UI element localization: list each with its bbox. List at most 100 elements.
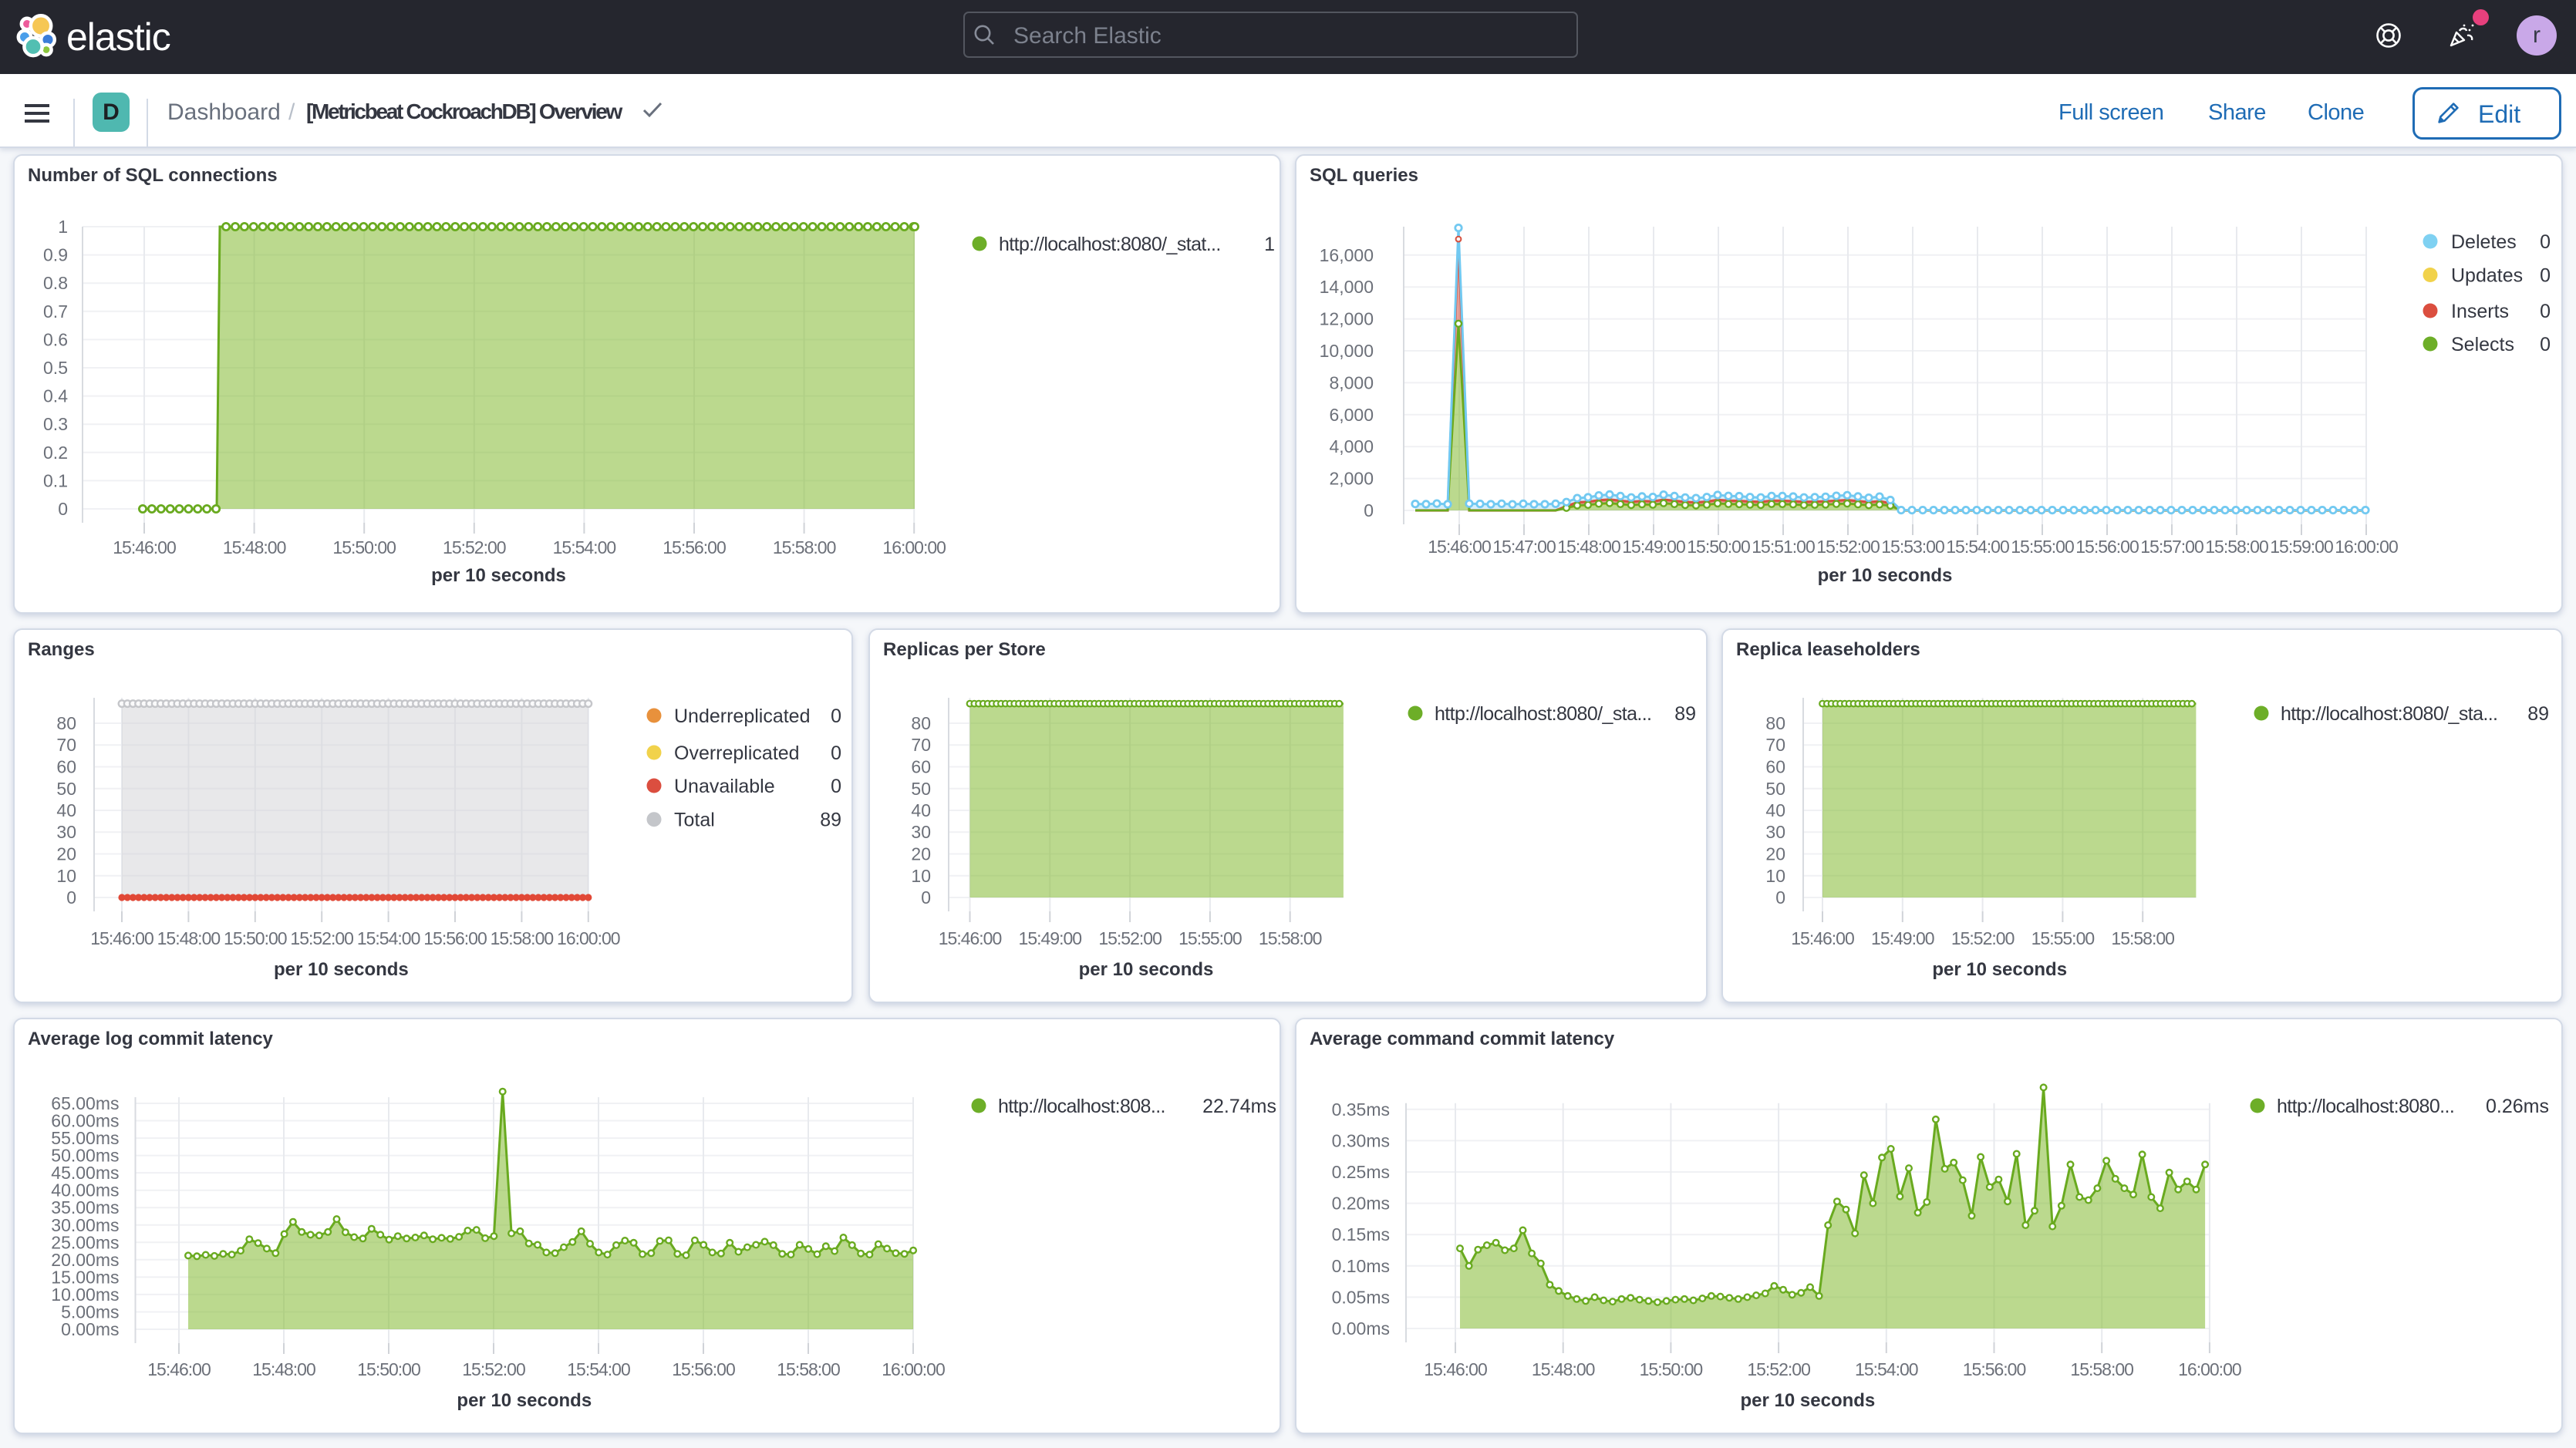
svg-text:per 10 seconds: per 10 seconds — [1741, 1390, 1876, 1411]
svg-text:15:52:00: 15:52:00 — [290, 928, 353, 948]
svg-text:15:46:00: 15:46:00 — [147, 1359, 211, 1379]
svg-text:Average command commit latency: Average command commit latency — [1310, 1029, 1615, 1049]
svg-text:Unavailable: Unavailable — [674, 776, 775, 797]
svg-text:0.7: 0.7 — [43, 301, 68, 322]
svg-text:15:46:00: 15:46:00 — [1424, 1359, 1487, 1379]
svg-text:0.1: 0.1 — [43, 470, 68, 490]
svg-text:15:56:00: 15:56:00 — [672, 1359, 735, 1379]
svg-text:Updates: Updates — [2451, 265, 2523, 287]
svg-text:70: 70 — [911, 735, 931, 755]
svg-text:Total: Total — [674, 810, 715, 831]
svg-text:45.00ms: 45.00ms — [51, 1163, 119, 1183]
svg-text:15:55:00: 15:55:00 — [2011, 537, 2074, 557]
svg-text:89: 89 — [2527, 703, 2549, 725]
svg-text:12,000: 12,000 — [1320, 309, 1374, 329]
svg-text:SQL queries: SQL queries — [1310, 165, 1418, 186]
svg-text:15:46:00: 15:46:00 — [1791, 928, 1854, 948]
svg-text:per 10 seconds: per 10 seconds — [1932, 959, 2067, 980]
svg-text:2,000: 2,000 — [1329, 469, 1374, 489]
svg-text:0.15ms: 0.15ms — [1332, 1224, 1390, 1244]
svg-text:15:56:00: 15:56:00 — [663, 537, 726, 557]
svg-text:89: 89 — [820, 810, 841, 831]
svg-text:30: 30 — [56, 822, 76, 842]
svg-text:40.00ms: 40.00ms — [51, 1180, 119, 1200]
svg-text:15:59:00: 15:59:00 — [2270, 537, 2333, 557]
svg-text:15:52:00: 15:52:00 — [462, 1359, 525, 1379]
svg-text:15:58:00: 15:58:00 — [2070, 1359, 2133, 1379]
svg-text:15:56:00: 15:56:00 — [1963, 1359, 2026, 1379]
svg-text:10: 10 — [56, 866, 76, 886]
svg-text:0.00ms: 0.00ms — [61, 1319, 119, 1339]
svg-text:25.00ms: 25.00ms — [51, 1232, 119, 1252]
svg-text:30: 30 — [1765, 822, 1785, 842]
svg-text:15:49:00: 15:49:00 — [1871, 928, 1934, 948]
svg-text:10,000: 10,000 — [1320, 341, 1374, 361]
svg-text:Average log commit latency: Average log commit latency — [28, 1029, 274, 1049]
svg-text:15:53:00: 15:53:00 — [1881, 537, 1944, 557]
svg-text:15:48:00: 15:48:00 — [157, 928, 221, 948]
svg-text:15:51:00: 15:51:00 — [1752, 537, 1815, 557]
svg-text:0: 0 — [831, 776, 841, 797]
svg-text:70: 70 — [1765, 735, 1785, 755]
svg-text:15:52:00: 15:52:00 — [1951, 928, 2015, 948]
svg-text:Underreplicated: Underreplicated — [674, 705, 811, 727]
svg-text:per 10 seconds: per 10 seconds — [1079, 959, 1214, 980]
svg-text:0.9: 0.9 — [43, 245, 68, 265]
svg-text:20: 20 — [911, 844, 931, 864]
svg-text:Deletes: Deletes — [2451, 231, 2517, 253]
svg-text:6,000: 6,000 — [1329, 405, 1374, 425]
svg-text:http://localhost:8080/_stat...: http://localhost:8080/_stat... — [999, 234, 1221, 255]
svg-text:0.10ms: 0.10ms — [1332, 1256, 1390, 1276]
svg-text:8,000: 8,000 — [1329, 372, 1374, 392]
svg-text:0: 0 — [921, 887, 931, 908]
svg-text:15:52:00: 15:52:00 — [443, 537, 506, 557]
svg-text:0.4: 0.4 — [43, 386, 68, 406]
svg-text:0: 0 — [831, 705, 841, 727]
svg-text:20: 20 — [56, 844, 76, 864]
svg-text:0: 0 — [2540, 231, 2551, 253]
svg-text:0: 0 — [2540, 301, 2551, 322]
svg-text:0.30ms: 0.30ms — [1332, 1130, 1390, 1150]
svg-text:per 10 seconds: per 10 seconds — [431, 565, 566, 586]
svg-text:15:48:00: 15:48:00 — [223, 537, 286, 557]
svg-text:50: 50 — [1765, 779, 1785, 799]
svg-text:55.00ms: 55.00ms — [51, 1128, 119, 1148]
svg-text:Overreplicated: Overreplicated — [674, 743, 800, 764]
svg-text:40: 40 — [56, 800, 76, 820]
svg-text:80: 80 — [56, 713, 76, 733]
svg-text:4,000: 4,000 — [1329, 436, 1374, 456]
svg-text:15:56:00: 15:56:00 — [423, 928, 487, 948]
svg-text:50: 50 — [911, 779, 931, 799]
svg-text:30.00ms: 30.00ms — [51, 1215, 119, 1235]
svg-text:16:00:00: 16:00:00 — [2178, 1359, 2241, 1379]
svg-text:10.00ms: 10.00ms — [51, 1285, 119, 1305]
svg-text:0.35ms: 0.35ms — [1332, 1099, 1390, 1120]
svg-text:16:00:00: 16:00:00 — [2335, 537, 2398, 557]
svg-text:0.26ms: 0.26ms — [2486, 1096, 2549, 1117]
svg-text:60: 60 — [56, 757, 76, 777]
svg-text:35.00ms: 35.00ms — [51, 1197, 119, 1217]
svg-text:15:46:00: 15:46:00 — [113, 537, 176, 557]
svg-text:15:49:00: 15:49:00 — [1019, 928, 1082, 948]
svg-text:15:54:00: 15:54:00 — [553, 537, 616, 557]
svg-text:50.00ms: 50.00ms — [51, 1146, 119, 1166]
svg-text:http://localhost:808...: http://localhost:808... — [998, 1096, 1165, 1117]
svg-text:15:46:00: 15:46:00 — [939, 928, 1002, 948]
svg-text:15:57:00: 15:57:00 — [2140, 537, 2203, 557]
svg-text:0.8: 0.8 — [43, 273, 68, 293]
svg-text:16,000: 16,000 — [1320, 245, 1374, 265]
svg-text:40: 40 — [1765, 800, 1785, 820]
svg-text:http://localhost:8080/_sta...: http://localhost:8080/_sta... — [2281, 703, 2497, 725]
svg-text:89: 89 — [1674, 703, 1696, 725]
svg-text:15:54:00: 15:54:00 — [357, 928, 420, 948]
svg-text:15:52:00: 15:52:00 — [1816, 537, 1880, 557]
svg-text:80: 80 — [911, 713, 931, 733]
svg-text:15:50:00: 15:50:00 — [1687, 537, 1750, 557]
svg-text:0.00ms: 0.00ms — [1332, 1318, 1390, 1339]
svg-text:15:52:00: 15:52:00 — [1747, 1359, 1810, 1379]
svg-text:0: 0 — [1775, 887, 1785, 908]
svg-text:20: 20 — [1765, 844, 1785, 864]
svg-text:15:58:00: 15:58:00 — [491, 928, 554, 948]
svg-text:15.00ms: 15.00ms — [51, 1267, 119, 1287]
svg-text:80: 80 — [1765, 713, 1785, 733]
